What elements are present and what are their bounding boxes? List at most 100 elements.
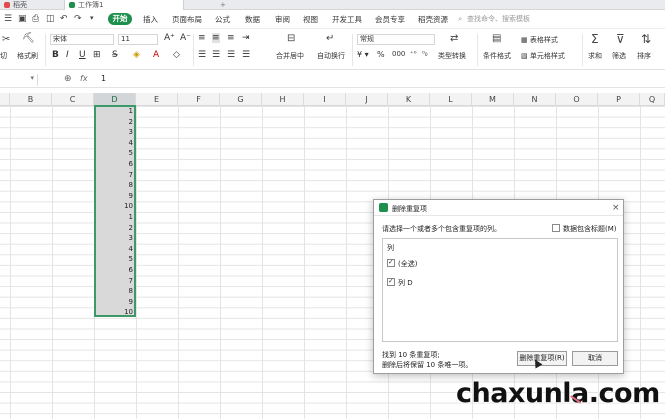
column-header-l[interactable]: L bbox=[430, 93, 472, 106]
sum-icon[interactable]: Σ bbox=[591, 32, 599, 46]
dialog-titlebar[interactable]: 删除重复项 × bbox=[374, 200, 623, 216]
column-header-m[interactable]: M bbox=[472, 93, 514, 106]
function-icon[interactable]: fx bbox=[80, 74, 88, 83]
column-header-h[interactable]: H bbox=[262, 93, 304, 106]
menu-page-layout[interactable]: 页面布局 bbox=[172, 14, 202, 25]
sum-button[interactable]: 求和 bbox=[588, 51, 602, 61]
zoom-icon[interactable]: ⊕ bbox=[64, 74, 72, 84]
column-header-j[interactable]: J bbox=[346, 93, 388, 106]
tab-start[interactable]: 开始 bbox=[108, 13, 132, 25]
column-header-f[interactable]: F bbox=[178, 93, 220, 106]
menu-member[interactable]: 会员专享 bbox=[375, 14, 405, 25]
tab-daoke[interactable]: 稻壳 bbox=[0, 0, 60, 10]
cell-d-value[interactable]: 3 bbox=[95, 127, 135, 138]
justify-icon[interactable]: ☰ bbox=[242, 50, 250, 60]
thousands-icon[interactable]: 000 bbox=[392, 50, 405, 58]
cell-d-value[interactable]: 7 bbox=[95, 276, 135, 287]
close-icon[interactable]: × bbox=[612, 203, 620, 213]
wrap-text-button[interactable]: 自动换行 bbox=[317, 51, 345, 61]
cell-d-value[interactable]: 8 bbox=[95, 180, 135, 191]
column-d-checkbox[interactable] bbox=[387, 277, 395, 286]
column-header-g[interactable]: G bbox=[220, 93, 262, 106]
format-painter-label[interactable]: 格式刷 bbox=[17, 51, 38, 61]
italic-icon[interactable]: I bbox=[66, 50, 69, 60]
cell-d-value[interactable]: 9 bbox=[95, 191, 135, 202]
cell-d-value[interactable]: 10 bbox=[95, 201, 135, 212]
cancel-button[interactable]: 取消 bbox=[572, 351, 618, 366]
merge-icon[interactable]: ⊟ bbox=[287, 33, 295, 44]
redo-icon[interactable]: ↷ bbox=[74, 14, 82, 24]
align-center-icon[interactable]: ☰ bbox=[212, 50, 220, 60]
bold-icon[interactable]: B bbox=[52, 50, 59, 60]
format-painter-icon[interactable]: ⛏ bbox=[22, 33, 35, 44]
wrap-text-icon[interactable]: ↵ bbox=[326, 33, 334, 44]
cell-d-value[interactable]: 4 bbox=[95, 138, 135, 149]
undo-icon[interactable]: ↶ bbox=[60, 14, 68, 24]
menu-data[interactable]: 数据 bbox=[245, 14, 260, 25]
cell-d-value[interactable]: 10 bbox=[95, 307, 135, 318]
currency-icon[interactable]: ¥ ▾ bbox=[357, 50, 369, 59]
menu-insert[interactable]: 插入 bbox=[143, 14, 158, 25]
border-icon[interactable]: ⊞ bbox=[93, 50, 101, 60]
menu-developer[interactable]: 开发工具 bbox=[332, 14, 362, 25]
cell-d-value[interactable]: 3 bbox=[95, 233, 135, 244]
cell-d-value[interactable]: 2 bbox=[95, 223, 135, 234]
cell-d-value[interactable]: 9 bbox=[95, 297, 135, 308]
cell-d-value[interactable]: 6 bbox=[95, 265, 135, 276]
font-grow-icon[interactable]: A⁺ bbox=[164, 33, 175, 43]
sort-icon[interactable]: ⇅ bbox=[641, 32, 651, 46]
file-icon[interactable]: ☰ bbox=[4, 14, 12, 24]
conditional-format-icon[interactable]: ▤ bbox=[492, 33, 501, 44]
formula-input[interactable]: 1 bbox=[101, 74, 106, 83]
decimal-increase-icon[interactable]: ⁺⁰ bbox=[410, 50, 417, 58]
new-tab-icon[interactable]: + bbox=[216, 0, 228, 10]
fill-color-icon[interactable]: ◈ bbox=[133, 50, 140, 60]
print-icon[interactable]: ⎙ bbox=[32, 14, 39, 24]
corner-cell[interactable] bbox=[0, 93, 10, 106]
font-size-select[interactable]: 11 bbox=[118, 34, 158, 45]
column-header-b[interactable]: B bbox=[10, 93, 52, 106]
cell-d-value[interactable]: 6 bbox=[95, 159, 135, 170]
cell-d-value[interactable]: 2 bbox=[95, 117, 135, 128]
decimal-decrease-icon[interactable]: ⁰₀ bbox=[422, 50, 428, 58]
more-icon[interactable]: ▾ bbox=[90, 14, 94, 22]
name-box[interactable]: ▾ bbox=[0, 74, 38, 86]
clear-format-icon[interactable]: ◇ bbox=[173, 50, 180, 60]
cell-d-value[interactable]: 7 bbox=[95, 170, 135, 181]
filter-icon[interactable]: ⊽ bbox=[616, 32, 625, 46]
column-header-q[interactable]: Q bbox=[640, 93, 665, 106]
cell-d-value[interactable]: 1 bbox=[95, 212, 135, 223]
align-bottom-icon[interactable]: ≡ bbox=[227, 33, 235, 43]
menu-formula[interactable]: 公式 bbox=[215, 14, 230, 25]
type-convert-icon[interactable]: ⇄ bbox=[450, 33, 458, 44]
header-checkbox[interactable] bbox=[552, 224, 560, 232]
select-all-checkbox[interactable] bbox=[387, 258, 395, 267]
save-icon[interactable]: ▣ bbox=[18, 14, 27, 24]
cut-icon[interactable]: ✂ bbox=[2, 34, 10, 45]
tab-workbook[interactable]: 工作簿1 bbox=[64, 0, 184, 10]
command-search-input[interactable]: 查找命令、搜索模板 bbox=[467, 14, 530, 24]
conditional-format-button[interactable]: 条件格式 bbox=[483, 51, 511, 61]
cell-d-value[interactable]: 5 bbox=[95, 148, 135, 159]
align-right-icon[interactable]: ☰ bbox=[227, 50, 235, 60]
cell-d-value[interactable]: 8 bbox=[95, 286, 135, 297]
preview-icon[interactable]: ◫ bbox=[46, 14, 55, 24]
align-middle-icon[interactable]: ≡ bbox=[212, 33, 220, 43]
column-header-k[interactable]: K bbox=[388, 93, 430, 106]
font-select[interactable]: 宋体 bbox=[50, 34, 114, 45]
strikethrough-icon[interactable]: S̶ bbox=[112, 50, 118, 60]
cell-d-value[interactable]: 5 bbox=[95, 254, 135, 265]
font-color-icon[interactable]: A bbox=[153, 50, 159, 60]
underline-icon[interactable]: U bbox=[79, 50, 86, 60]
column-header-e[interactable]: E bbox=[136, 93, 178, 106]
cell-d-value[interactable]: 1 bbox=[95, 106, 135, 117]
font-shrink-icon[interactable]: A⁻ bbox=[180, 33, 191, 43]
percent-icon[interactable]: % bbox=[377, 50, 385, 59]
align-left-icon[interactable]: ☰ bbox=[198, 50, 206, 60]
menu-review[interactable]: 审阅 bbox=[275, 14, 290, 25]
column-header-c[interactable]: C bbox=[52, 93, 94, 106]
column-header-o[interactable]: O bbox=[556, 93, 598, 106]
sort-button[interactable]: 排序 bbox=[637, 51, 651, 61]
indent-icon[interactable]: ⇥ bbox=[242, 33, 250, 43]
number-format-select[interactable]: 常规 bbox=[357, 34, 435, 45]
